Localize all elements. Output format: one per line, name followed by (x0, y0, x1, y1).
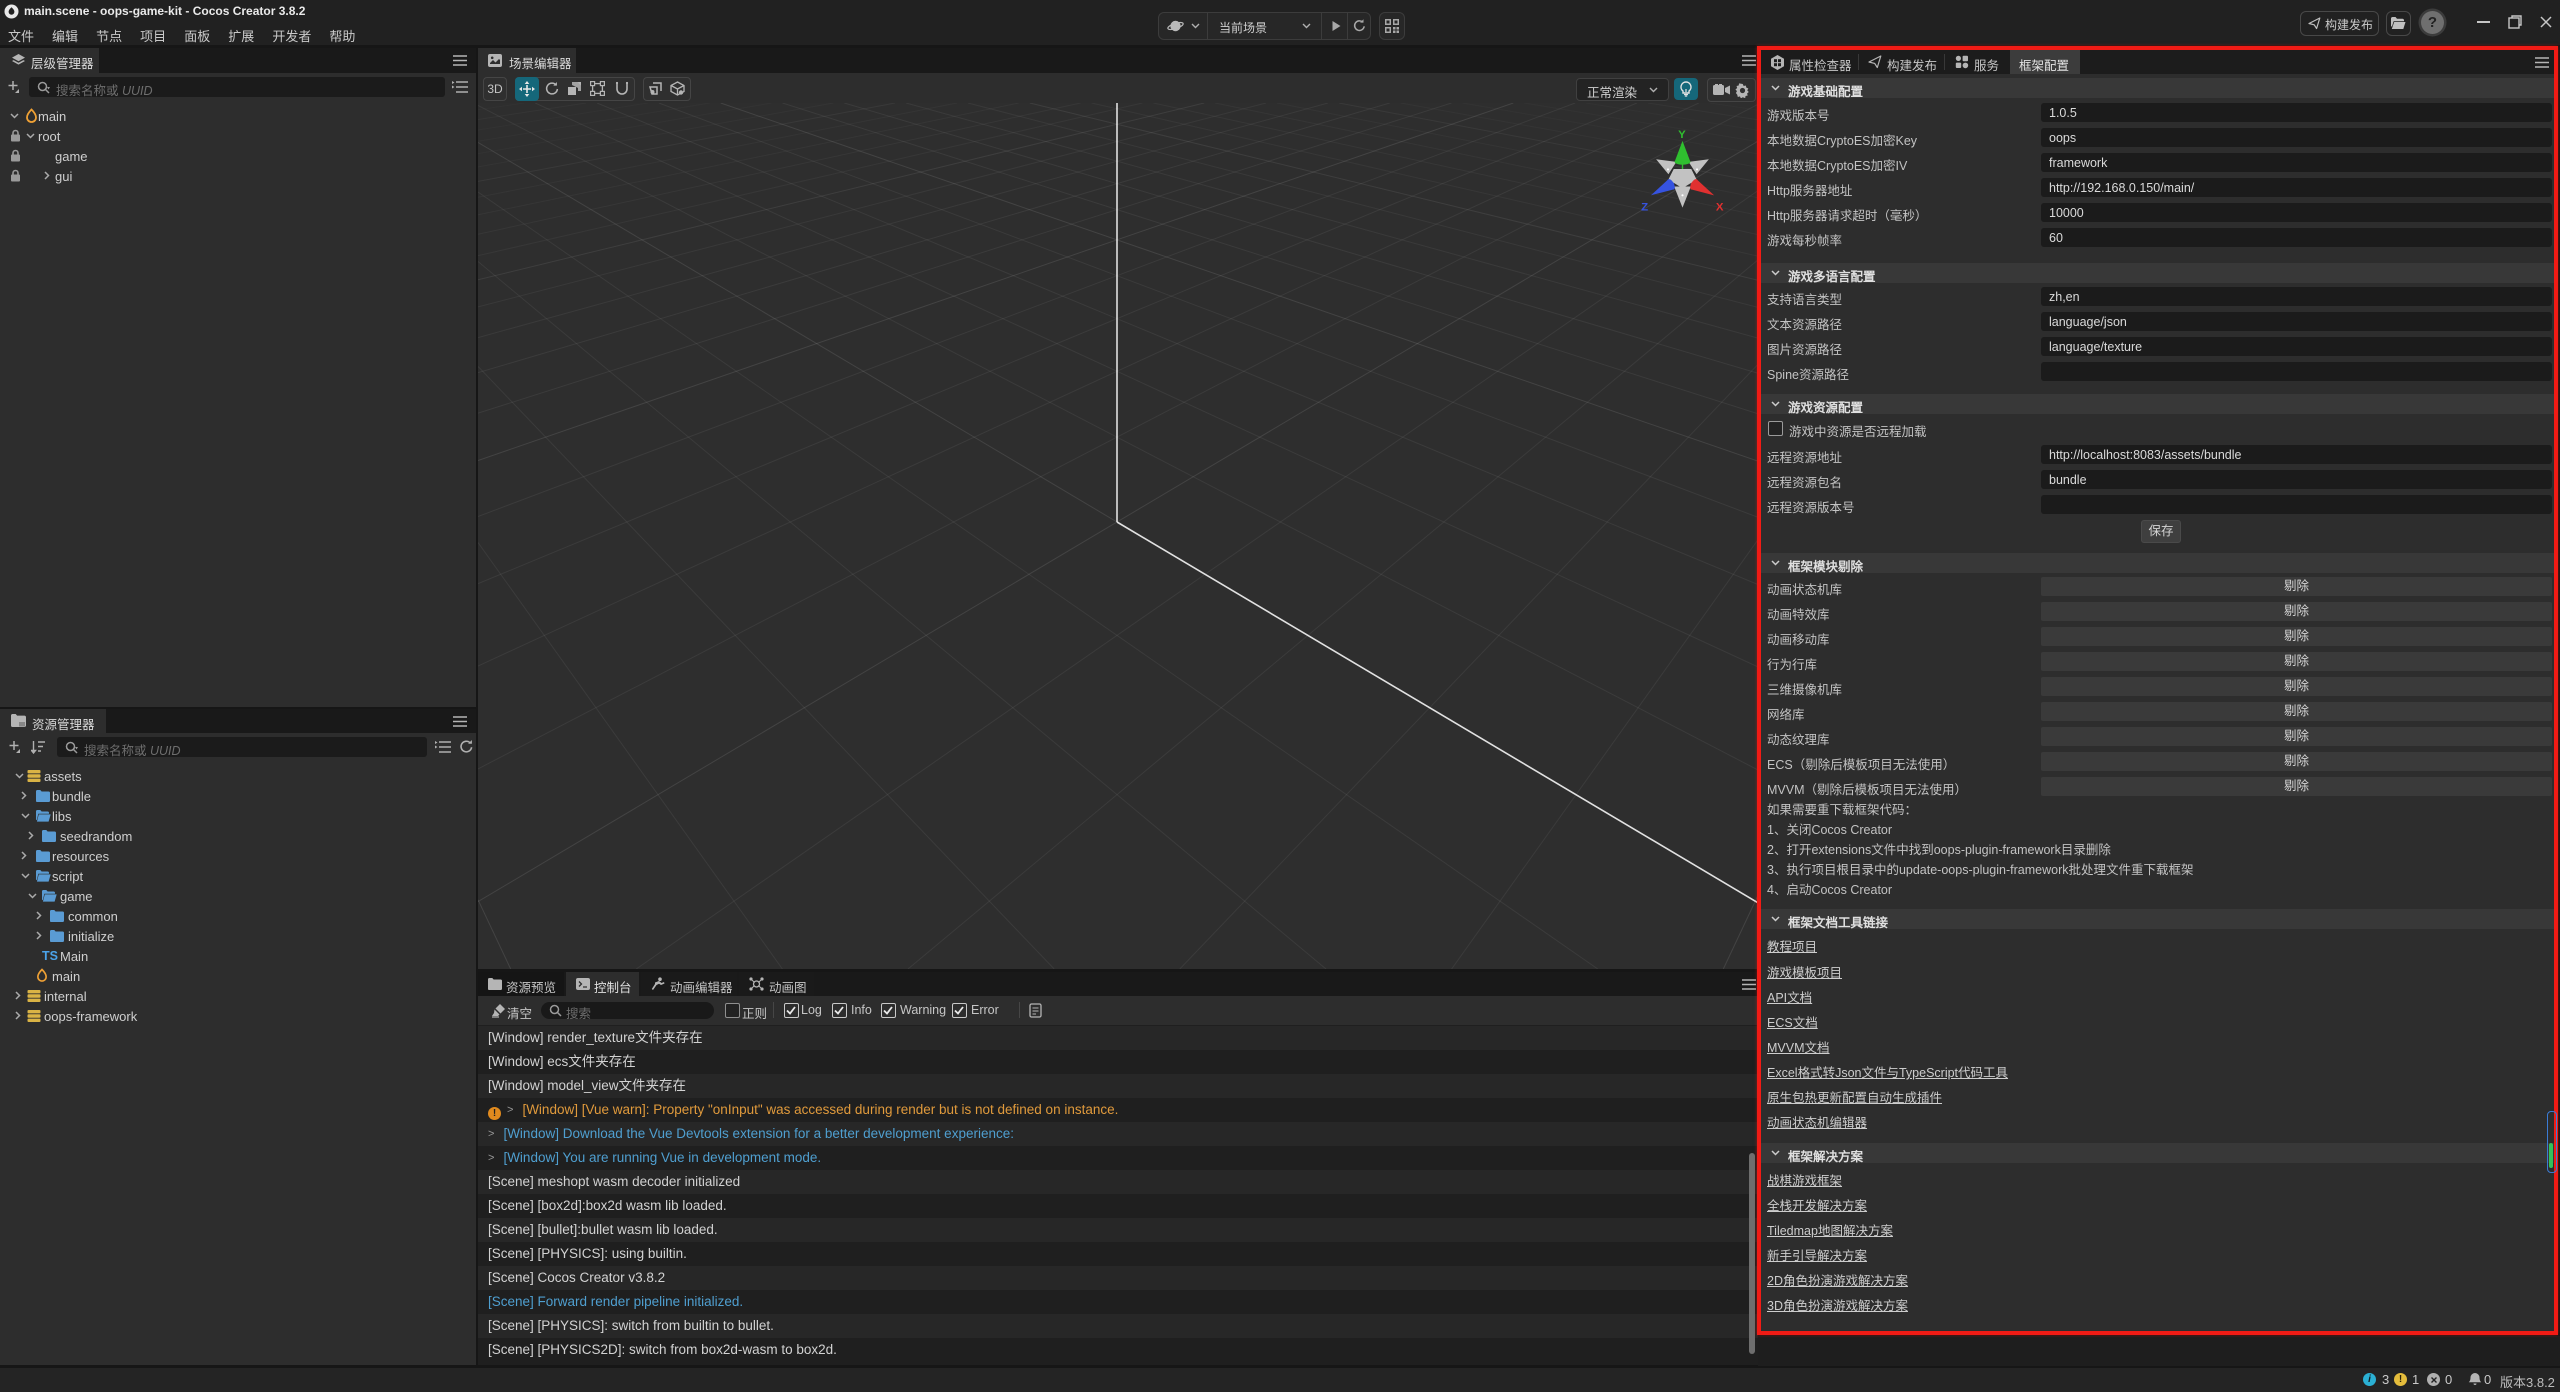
svg-text:Z: Z (1641, 201, 1648, 213)
svg-text:Y: Y (1678, 129, 1686, 141)
svg-text:X: X (1716, 201, 1724, 213)
